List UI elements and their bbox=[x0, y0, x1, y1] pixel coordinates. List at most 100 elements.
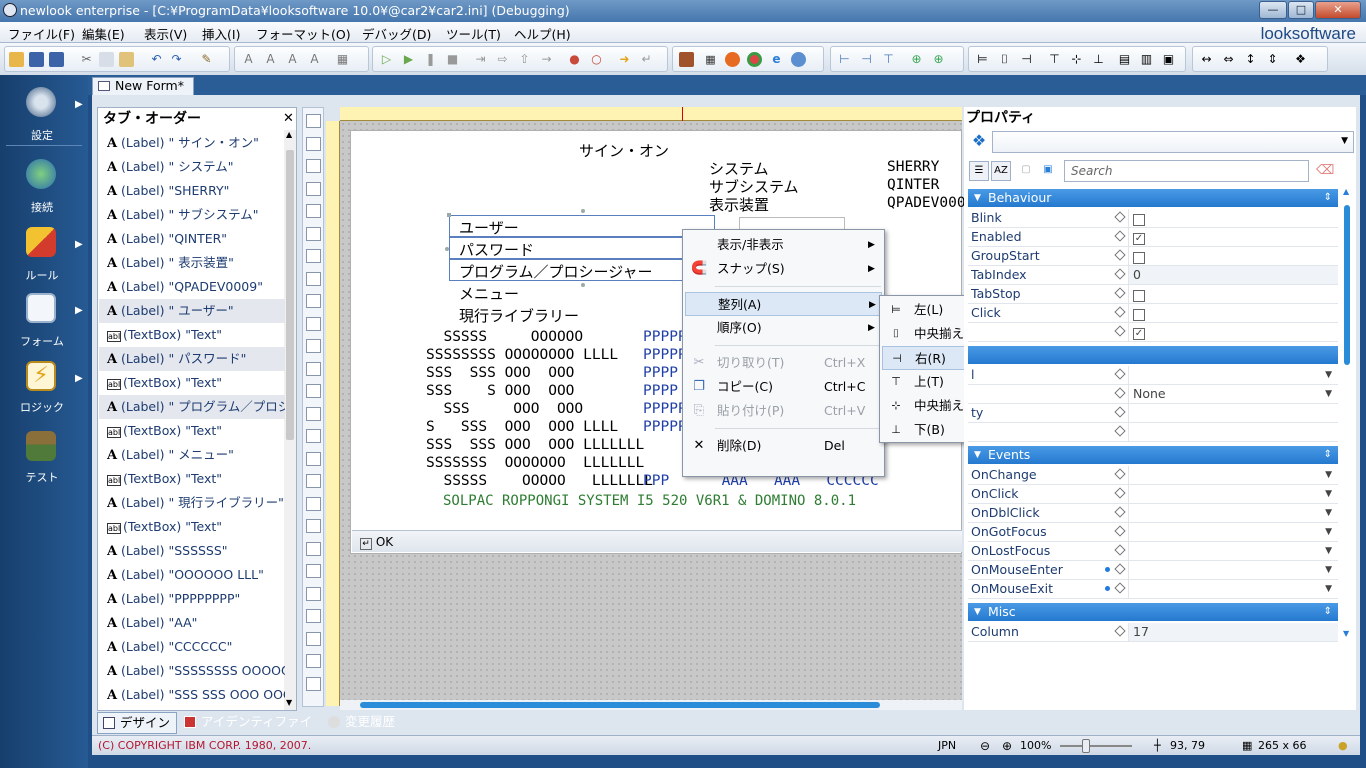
resize-handle[interactable] bbox=[447, 213, 451, 217]
align-middle-tb-icon[interactable]: ⊹ bbox=[1069, 52, 1084, 67]
section-appearance[interactable] bbox=[968, 346, 1338, 364]
property-value[interactable]: ▼ bbox=[1128, 466, 1338, 484]
tab-order-item[interactable]: A (Label) " サイン・オン" bbox=[99, 131, 285, 155]
play-icon[interactable]: ▶ bbox=[401, 52, 416, 67]
chevron-down-icon[interactable]: ▼ bbox=[1325, 366, 1332, 384]
tab-order-item[interactable]: A (Label) "QPADEV0009" bbox=[99, 275, 285, 299]
tab-order-item[interactable]: abl (TextBox) "Text" bbox=[99, 323, 285, 347]
nav-connection[interactable]: 接続 bbox=[0, 153, 88, 219]
step-out-icon[interactable]: ⇧ bbox=[517, 52, 532, 67]
value-display[interactable]: QPADEV000 bbox=[887, 195, 966, 211]
signon-title[interactable]: サイン・オン bbox=[579, 140, 669, 161]
menu-file[interactable]: ファイル(F) bbox=[4, 24, 79, 42]
chevron-down-icon[interactable]: ▼ bbox=[1325, 523, 1332, 541]
tab-order-item[interactable]: abl (TextBox) "Text" bbox=[99, 419, 285, 443]
zoom-out-icon[interactable]: ⊖ bbox=[980, 736, 990, 756]
hspace-icon[interactable]: ↔ bbox=[1199, 52, 1214, 67]
edit-icon[interactable]: ▢ bbox=[1016, 161, 1036, 181]
ascii-art-line[interactable]: PPPPP bbox=[643, 419, 687, 435]
ascii-art-line[interactable]: SSS OOO OOO bbox=[426, 401, 583, 417]
same-width-icon[interactable]: ▤ bbox=[1117, 52, 1132, 67]
tab-order-item[interactable]: A(Label) "SSSSSSSS OOOOOOOO" bbox=[99, 659, 285, 683]
toolbox-slider-icon[interactable] bbox=[306, 654, 321, 668]
resize-handle[interactable] bbox=[581, 209, 585, 213]
label-library[interactable]: 現行ライブラリー bbox=[459, 305, 579, 326]
pause-icon[interactable]: ❚ bbox=[423, 52, 438, 67]
hspace-inc-icon[interactable]: ⇔ bbox=[1221, 52, 1236, 67]
vspace-inc-icon[interactable]: ⇕ bbox=[1265, 52, 1280, 67]
property-value[interactable]: None ▼ bbox=[1128, 385, 1338, 403]
context-menu-item[interactable]: 順序(O) ▶ bbox=[685, 316, 882, 340]
align-right-tb-icon[interactable]: ⊣ bbox=[1019, 52, 1034, 67]
toolbox-label-icon[interactable] bbox=[306, 339, 321, 353]
arrow-right-icon[interactable]: ➜ bbox=[617, 52, 632, 67]
toolbox-pointer-icon[interactable] bbox=[306, 114, 321, 128]
property-row[interactable]: ✓ bbox=[968, 323, 1338, 342]
stop-icon[interactable]: ■ bbox=[445, 52, 460, 67]
ie-icon[interactable]: e bbox=[769, 52, 784, 67]
property-value[interactable]: ▼ bbox=[1128, 580, 1338, 598]
property-value[interactable] bbox=[1128, 247, 1338, 265]
scroll-thumb[interactable] bbox=[360, 702, 880, 708]
replace-all-icon[interactable]: A bbox=[307, 52, 322, 67]
chevron-down-icon[interactable]: ▼ bbox=[1325, 580, 1332, 598]
context-menu-item[interactable]: 🧲 スナップ(S) ▶ bbox=[685, 257, 882, 281]
toolbox-container-icon[interactable] bbox=[306, 294, 321, 308]
ascii-art-line[interactable]: SSSSS OOOOOO bbox=[426, 329, 583, 345]
property-value[interactable] bbox=[1128, 423, 1338, 441]
align-top-tb-icon[interactable]: ⊤ bbox=[1047, 52, 1062, 67]
window-icon[interactable] bbox=[679, 52, 694, 67]
same-height-icon[interactable]: ▥ bbox=[1139, 52, 1154, 67]
chevron-down-icon[interactable]: ▼ bbox=[1325, 466, 1332, 484]
property-search-input[interactable]: Search bbox=[1064, 160, 1309, 182]
property-row[interactable]: l ▼ bbox=[968, 366, 1338, 385]
bookmark-icon[interactable]: ▦ bbox=[335, 52, 350, 67]
resize-handle[interactable] bbox=[581, 283, 585, 287]
property-value[interactable]: ✓ bbox=[1128, 228, 1338, 246]
toolbox-list-icon[interactable] bbox=[306, 181, 321, 196]
scroll-up-icon[interactable]: ▲ bbox=[1343, 187, 1349, 196]
property-value[interactable]: ✓ bbox=[1128, 323, 1338, 341]
align-left-tb-icon[interactable]: ⊨ bbox=[975, 52, 990, 67]
menu-debug[interactable]: デバッグ(D) bbox=[358, 24, 435, 42]
toolbox-button-icon[interactable] bbox=[306, 361, 321, 376]
section-events[interactable]: ▼ Events ⇕ bbox=[968, 446, 1338, 464]
property-value[interactable]: ▼ bbox=[1128, 542, 1338, 560]
ascii-art-line[interactable]: PPPPP bbox=[643, 329, 687, 345]
replace-icon[interactable]: A bbox=[285, 52, 300, 67]
scroll-thumb[interactable] bbox=[1344, 205, 1350, 365]
tab-order-scrollbar[interactable]: ▲ ▼ bbox=[284, 130, 296, 710]
property-value[interactable]: 0 bbox=[1128, 266, 1338, 284]
tab-order-item[interactable]: abl (TextBox) "Text" bbox=[99, 515, 285, 539]
tab-identify[interactable]: アイデンティファイ bbox=[179, 712, 319, 734]
menu-edit[interactable]: 編集(E) bbox=[78, 24, 129, 42]
property-checkbox[interactable] bbox=[1133, 289, 1145, 302]
property-value[interactable] bbox=[1128, 404, 1338, 422]
property-row[interactable]: OnDblClick ▼ bbox=[968, 504, 1338, 523]
clear-search-icon[interactable]: ⌫ bbox=[1316, 163, 1334, 179]
ascii-art-line[interactable]: SSSSSSS OOOOOOO LLLLLLL bbox=[426, 455, 644, 471]
ok-button[interactable]: OK bbox=[376, 535, 393, 549]
return-icon[interactable]: ↵ bbox=[639, 52, 654, 67]
ascii-art-line[interactable]: SSS S OOO OOO bbox=[426, 383, 574, 399]
tab-new-form[interactable]: New Form* bbox=[92, 77, 194, 95]
property-value[interactable]: ▼ bbox=[1128, 561, 1338, 579]
flow-1-icon[interactable]: ⊢ bbox=[837, 52, 852, 67]
property-checkbox[interactable] bbox=[1133, 213, 1145, 226]
link-icon[interactable]: ▣ bbox=[1038, 161, 1058, 181]
property-checkbox[interactable] bbox=[1133, 308, 1145, 321]
property-row[interactable]: OnClick ▼ bbox=[968, 485, 1338, 504]
chevron-down-icon[interactable]: ▼ bbox=[1325, 561, 1332, 579]
resize-handle[interactable] bbox=[445, 247, 449, 251]
property-value[interactable] bbox=[1128, 285, 1338, 303]
step-into-icon[interactable]: ⇥ bbox=[473, 52, 488, 67]
chevron-down-icon[interactable]: ▼ bbox=[1325, 485, 1332, 503]
property-row[interactable]: Enabled ✓ bbox=[968, 228, 1338, 247]
find-icon[interactable]: A bbox=[241, 52, 256, 67]
breakpoint-icon[interactable]: ● bbox=[567, 52, 582, 67]
context-menu-item[interactable]: 整列(A) ▶ bbox=[685, 292, 882, 316]
find-next-icon[interactable]: A bbox=[263, 52, 278, 67]
chrome-icon[interactable] bbox=[747, 52, 762, 67]
toolbox-radio-icon[interactable] bbox=[306, 474, 321, 488]
toolbox-checkbox-icon[interactable] bbox=[306, 159, 321, 173]
